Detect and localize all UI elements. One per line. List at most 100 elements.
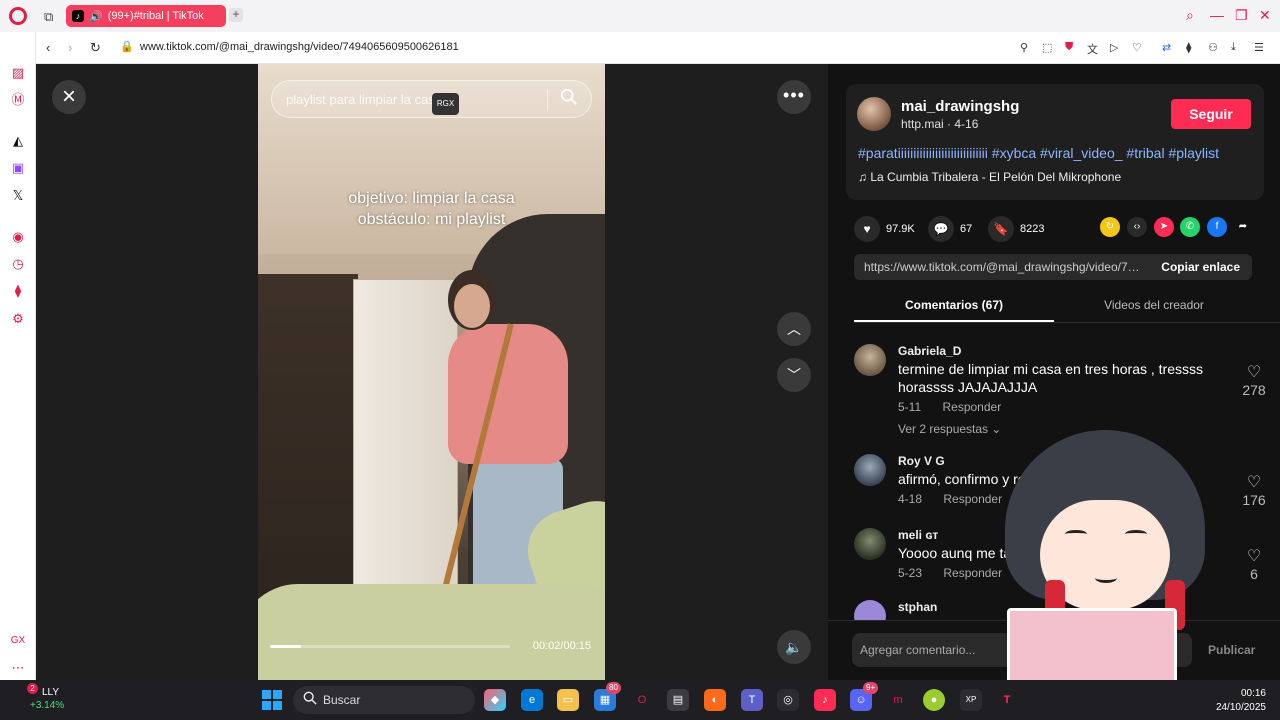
send-icon[interactable]: ➤ bbox=[1154, 217, 1174, 237]
sidebar-twitch-icon[interactable]: ▣ bbox=[9, 159, 27, 177]
speaker-icon[interactable]: 🔊 bbox=[89, 10, 103, 23]
comment-like[interactable]: ♡ 278 bbox=[1234, 362, 1274, 398]
maximize-button[interactable]: ❐ bbox=[1235, 7, 1248, 24]
app-orange-icon[interactable]: ◐ bbox=[704, 689, 726, 711]
edge-icon[interactable]: e bbox=[521, 689, 543, 711]
volume-icon[interactable]: 🔈 bbox=[777, 630, 811, 664]
windows-start-icon[interactable] bbox=[262, 690, 282, 710]
video-search-overlay[interactable]: playlist para limpiar la casa RGX bbox=[271, 80, 592, 118]
follow-button[interactable]: Seguir bbox=[1171, 99, 1251, 129]
forward-button[interactable]: › bbox=[68, 40, 72, 55]
copilot-icon[interactable]: ◆ bbox=[484, 689, 506, 711]
comment-like[interactable]: ♡ 6 bbox=[1234, 546, 1274, 582]
heart-outline-icon[interactable]: ♡ bbox=[1234, 546, 1274, 566]
stock-widget[interactable]: LLY +3.14% bbox=[14, 686, 64, 712]
browser-tab-tiktok[interactable]: ♪ 🔊 (99+)#tribal | TikTok bbox=[66, 5, 226, 27]
like-action[interactable]: ♥ 97.9K bbox=[854, 216, 915, 242]
tab-comments[interactable]: Comentarios (67) bbox=[854, 298, 1054, 312]
share-arrow-icon[interactable]: ➦ bbox=[1233, 217, 1253, 237]
teams-icon[interactable]: T bbox=[741, 689, 763, 711]
play-icon[interactable]: ▷ bbox=[1110, 41, 1118, 54]
video-player[interactable]: playlist para limpiar la casa RGX objeti… bbox=[258, 64, 605, 680]
close-icon[interactable]: × bbox=[52, 80, 86, 114]
back-button[interactable]: ‹ bbox=[46, 40, 50, 55]
sidebar-history-icon[interactable]: ◷ bbox=[9, 255, 27, 273]
stock-badge: 2 bbox=[27, 683, 38, 694]
search-icon[interactable] bbox=[560, 88, 578, 106]
reload-button[interactable]: ↻ bbox=[90, 40, 101, 56]
download-icon[interactable]: ⤓ bbox=[1231, 41, 1236, 54]
system-clock[interactable]: 00:16 24/10/2025 bbox=[1206, 687, 1266, 715]
whatsapp-icon[interactable]: ✆ bbox=[1180, 217, 1200, 237]
translate-icon[interactable]: 文 bbox=[1087, 41, 1098, 57]
url-field[interactable]: www.tiktok.com/@mai_drawingshg/video/749… bbox=[140, 41, 459, 53]
tab-creator-videos[interactable]: Videos del creador bbox=[1054, 298, 1254, 312]
taskbar-search[interactable]: Buscar bbox=[293, 686, 475, 714]
sidebar-x-icon[interactable]: 𝕏 bbox=[9, 187, 27, 205]
repost-icon[interactable]: ↻ bbox=[1100, 217, 1120, 237]
xp-pen-icon[interactable]: XP bbox=[960, 689, 982, 711]
avatar[interactable] bbox=[857, 97, 891, 131]
heart-icon[interactable]: ♡ bbox=[1132, 41, 1142, 54]
sidebar-threads-icon[interactable]: ◭ bbox=[9, 132, 27, 150]
sidebar-player-icon[interactable]: ◉ bbox=[9, 228, 27, 246]
embed-icon[interactable]: ‹› bbox=[1127, 217, 1147, 237]
pin-icon[interactable]: ⚲ bbox=[1020, 41, 1028, 54]
reply-button[interactable]: Responder bbox=[942, 400, 1001, 414]
heart-icon[interactable]: ♥ bbox=[854, 216, 880, 242]
vtuber-eye bbox=[1125, 530, 1147, 538]
avatar[interactable] bbox=[854, 454, 886, 486]
calendar-icon[interactable]: ▤ bbox=[667, 689, 689, 711]
sidebar-gx-icon[interactable]: Ⓜ bbox=[9, 91, 27, 109]
bookmark-icon[interactable]: 🔖 bbox=[988, 216, 1014, 242]
sidebar-gx-corner-icon[interactable]: GX bbox=[9, 632, 27, 650]
sidebar-more-icon[interactable]: ⋯ bbox=[9, 659, 27, 677]
snapshot-icon[interactable]: ⬚ bbox=[1042, 41, 1052, 54]
sidebar-extensions-icon[interactable]: ⧫ bbox=[9, 282, 27, 300]
comment-author[interactable]: stphan bbox=[898, 600, 937, 614]
chevron-up-icon[interactable]: ︿ bbox=[777, 312, 811, 346]
username[interactable]: mai_drawingshg bbox=[901, 98, 1019, 115]
new-tab-button[interactable]: + bbox=[229, 8, 243, 22]
google-translate-icon[interactable]: ⇄ bbox=[1162, 41, 1171, 54]
video-progress-bar[interactable] bbox=[270, 645, 510, 648]
search-tabs-icon[interactable]: ⌕ bbox=[1186, 7, 1194, 24]
minimize-button[interactable]: — bbox=[1210, 7, 1224, 23]
chevron-down-icon[interactable]: ﹀ bbox=[777, 358, 811, 392]
profile-icon[interactable]: ⚇ bbox=[1208, 41, 1218, 54]
comment-action[interactable]: 💬 67 bbox=[928, 216, 972, 242]
post-link[interactable]: https://www.tiktok.com/@mai_drawingshg/v… bbox=[864, 260, 1144, 274]
opera-gx-icon[interactable]: O bbox=[631, 689, 653, 711]
hashtags[interactable]: #paratiiiiiiiiiiiiiiiiiiiiiiiiiiiii #xyb… bbox=[858, 145, 1219, 161]
comment-author[interactable]: Roy V G bbox=[898, 454, 945, 468]
close-window-button[interactable]: ✕ bbox=[1259, 7, 1271, 24]
comment-icon[interactable]: 💬 bbox=[928, 216, 954, 242]
avatar[interactable] bbox=[854, 528, 886, 560]
music-row[interactable]: ♫ La Cumbia Tribalera - El Pelón Del Mik… bbox=[858, 170, 1121, 184]
publish-button[interactable]: Publicar bbox=[1208, 643, 1255, 657]
obs-icon[interactable]: ◎ bbox=[777, 689, 799, 711]
comment-like[interactable]: ♡ 176 bbox=[1234, 472, 1274, 508]
file-explorer-icon[interactable]: ▭ bbox=[557, 689, 579, 711]
sidebar-settings-icon[interactable]: ⚙ bbox=[9, 310, 27, 328]
tiktok-icon[interactable]: ♪ bbox=[814, 689, 836, 711]
avatar[interactable] bbox=[854, 344, 886, 376]
comment-author[interactable]: Gabriela_D bbox=[898, 344, 961, 358]
tab-overview-icon[interactable]: ⧉ bbox=[44, 9, 53, 25]
comment-author[interactable]: meli ɢᴛ bbox=[898, 528, 938, 542]
app-ball-icon[interactable]: ● bbox=[923, 689, 945, 711]
menu-icon[interactable]: ☰ bbox=[1254, 41, 1264, 54]
more-options-icon[interactable]: ••• bbox=[777, 80, 811, 114]
copy-link-button[interactable]: Copiar enlace bbox=[1161, 260, 1240, 274]
app-t-icon[interactable]: T bbox=[996, 689, 1018, 711]
heart-outline-icon[interactable]: ♡ bbox=[1234, 362, 1274, 382]
extensions-icon[interactable]: ⧫ bbox=[1186, 41, 1191, 54]
app-m-icon[interactable]: m bbox=[887, 689, 909, 711]
sidebar-aria-icon[interactable]: ▨ bbox=[9, 64, 27, 82]
shield-icon[interactable]: ⛊ bbox=[1065, 41, 1073, 54]
save-action[interactable]: 🔖 8223 bbox=[988, 216, 1044, 242]
opera-logo-icon[interactable] bbox=[9, 7, 27, 25]
facebook-icon[interactable]: f bbox=[1207, 217, 1227, 237]
heart-outline-icon[interactable]: ♡ bbox=[1234, 472, 1274, 492]
lock-icon[interactable]: 🔒 bbox=[120, 40, 134, 53]
